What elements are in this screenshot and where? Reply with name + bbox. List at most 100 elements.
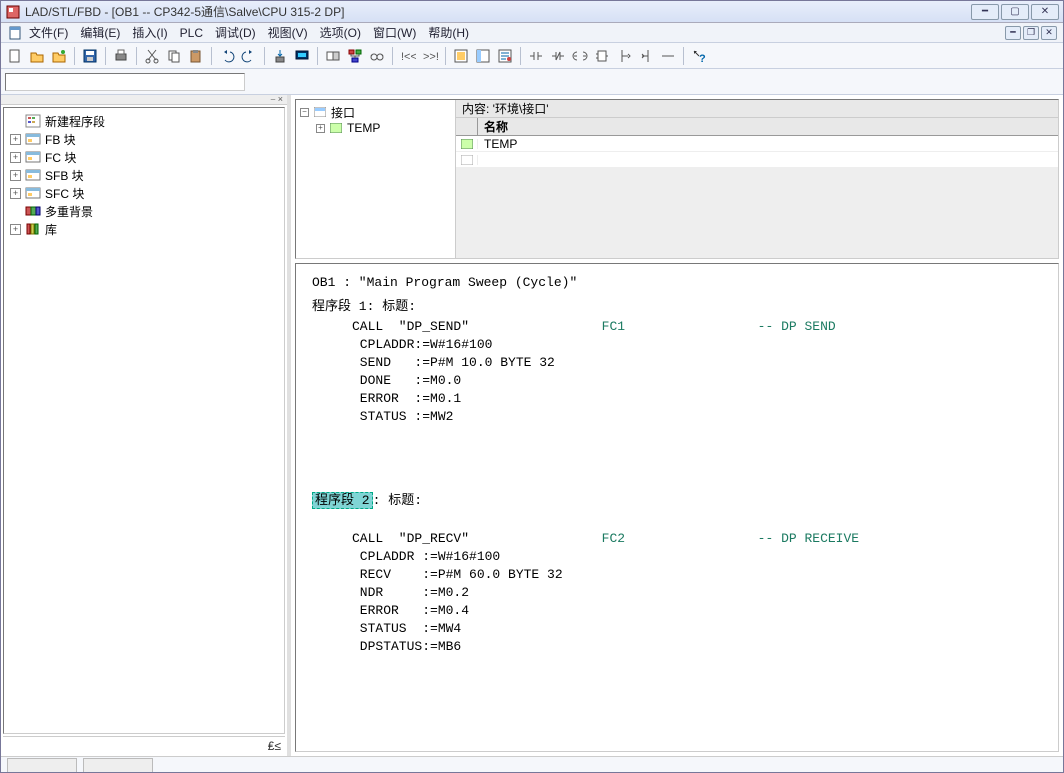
minimize-button[interactable]: ━: [971, 4, 999, 20]
svg-text:!<<: !<<: [401, 51, 416, 63]
menu-help[interactable]: 帮助(H): [428, 24, 469, 41]
open-button[interactable]: [27, 46, 47, 66]
tree-item[interactable]: +库: [6, 220, 282, 238]
view-fbd-button[interactable]: [473, 46, 493, 66]
program-tree[interactable]: 新建程序段+FB 块+FC 块+SFB 块+SFC 块多重背景+库: [3, 107, 285, 734]
save-button[interactable]: [80, 46, 100, 66]
expand-icon[interactable]: +: [10, 224, 21, 235]
grid-row-temp[interactable]: TEMP: [478, 137, 1058, 151]
mdi-close[interactable]: ✕: [1041, 26, 1057, 40]
menu-plc[interactable]: PLC: [180, 26, 203, 40]
svg-text:?: ?: [699, 53, 706, 64]
temp-var-icon: [329, 122, 343, 134]
collapse-icon[interactable]: −: [300, 108, 309, 117]
redo-button[interactable]: [239, 46, 259, 66]
menu-edit[interactable]: 编辑(E): [80, 24, 120, 41]
open-online-button[interactable]: [49, 46, 69, 66]
connection-icon[interactable]: [658, 46, 678, 66]
branch-close-icon[interactable]: [636, 46, 656, 66]
monitor-button[interactable]: [292, 46, 312, 66]
expand-icon[interactable]: +: [316, 124, 325, 133]
view-stl-button[interactable]: [495, 46, 515, 66]
blk-icon: [25, 186, 41, 200]
segment-2-code[interactable]: CALL "DP_RECV" FC2 -- DP RECEIVE CPLADDR…: [312, 530, 1042, 656]
menu-view[interactable]: 视图(V): [268, 24, 308, 41]
expand-icon[interactable]: +: [10, 134, 21, 145]
tree-label: 多重背景: [45, 203, 93, 220]
box-icon[interactable]: [592, 46, 612, 66]
glasses-icon[interactable]: [367, 46, 387, 66]
menu-debug[interactable]: 调试(D): [215, 24, 256, 41]
menu-window[interactable]: 窗口(W): [373, 24, 416, 41]
left-pane-header[interactable]: ⎯ ×: [1, 95, 287, 105]
interface-tree[interactable]: −接口 +TEMP: [296, 100, 456, 258]
new-button[interactable]: [5, 46, 25, 66]
grid-header: 名称: [456, 118, 1058, 136]
branch-open-icon[interactable]: [614, 46, 634, 66]
blk-icon: [25, 168, 41, 182]
menubar: 文件(F) 编辑(E) 插入(I) PLC 调试(D) 视图(V) 选项(O) …: [1, 23, 1063, 43]
segment-1-code[interactable]: CALL "DP_SEND" FC1 -- DP SEND CPLADDR:=W…: [312, 318, 1042, 426]
tree-label: SFC 块: [45, 185, 84, 202]
maximize-button[interactable]: ▢: [1001, 4, 1029, 20]
right-pane: −接口 +TEMP 内容: '环境\接口' 名称 TEMP: [291, 95, 1063, 756]
code-editor[interactable]: OB1 : "Main Program Sweep (Cycle)" 程序段 1…: [295, 263, 1059, 752]
help-button[interactable]: ?: [689, 46, 709, 66]
status-tab-2[interactable]: [83, 758, 153, 772]
goto-next-button[interactable]: >>!: [420, 46, 440, 66]
tree-item[interactable]: +FC 块: [6, 148, 282, 166]
menu-file[interactable]: 文件(F): [29, 24, 68, 41]
address-field[interactable]: [5, 73, 245, 91]
expand-icon[interactable]: +: [10, 188, 21, 199]
interface-panel: −接口 +TEMP 内容: '环境\接口' 名称 TEMP: [295, 99, 1059, 259]
undo-button[interactable]: [217, 46, 237, 66]
mdi-minimize[interactable]: ━: [1005, 26, 1021, 40]
expand-icon[interactable]: +: [10, 170, 21, 181]
print-button[interactable]: [111, 46, 131, 66]
left-pane: ⎯ × 新建程序段+FB 块+FC 块+SFB 块+SFC 块多重背景+库 ₤≤: [1, 95, 291, 756]
tree-item[interactable]: + FB 块: [6, 130, 282, 148]
svg-text:>>!: >>!: [423, 51, 438, 63]
tree-item[interactable]: 新建程序段: [6, 112, 282, 130]
tree-label: SFB 块: [45, 167, 84, 184]
grid-body[interactable]: TEMP: [456, 136, 1058, 258]
statusbar: [1, 756, 1063, 772]
toolbar-main: !<< >>! ?: [1, 43, 1063, 69]
menu-options[interactable]: 选项(O): [320, 24, 361, 41]
new-icon: [25, 114, 41, 128]
close-button[interactable]: ✕: [1031, 4, 1059, 20]
download-button[interactable]: [270, 46, 290, 66]
main-area: ⎯ × 新建程序段+FB 块+FC 块+SFB 块+SFC 块多重背景+库 ₤≤…: [1, 95, 1063, 756]
mdi-controls: ━ ❐ ✕: [1005, 26, 1057, 40]
doc-icon[interactable]: [7, 25, 23, 41]
menu-insert[interactable]: 插入(I): [132, 24, 167, 41]
blk-icon: [25, 132, 41, 146]
expand-icon[interactable]: +: [10, 152, 21, 163]
tree-item[interactable]: + SFC 块: [6, 184, 282, 202]
mdi-restore[interactable]: ❐: [1023, 26, 1039, 40]
tree-label: FB 块: [45, 131, 76, 148]
tree-item[interactable]: + SFB 块: [6, 166, 282, 184]
paste-button[interactable]: [186, 46, 206, 66]
cut-button[interactable]: [142, 46, 162, 66]
toggle-button-1[interactable]: [323, 46, 343, 66]
contact-open-icon[interactable]: [526, 46, 546, 66]
segment-2-title[interactable]: 程序段 2: 标题:: [312, 492, 1042, 510]
coil-icon[interactable]: [570, 46, 590, 66]
blk-icon: [25, 150, 41, 164]
status-tab-1[interactable]: [7, 758, 77, 772]
network-button[interactable]: [345, 46, 365, 66]
tree-label: 新建程序段: [45, 113, 105, 130]
tree-footer[interactable]: ₤≤: [3, 736, 285, 754]
app-window: LAD/STL/FBD - [OB1 -- CP342-5通信\Salve\CP…: [0, 0, 1064, 773]
interface-icon: [313, 106, 327, 118]
lib-icon: [25, 222, 41, 236]
copy-button[interactable]: [164, 46, 184, 66]
segment-1-title[interactable]: 程序段 1: 标题:: [312, 298, 1042, 316]
interface-temp: TEMP: [347, 121, 380, 135]
interface-grid-title: 内容: '环境\接口': [456, 100, 1058, 118]
tree-item[interactable]: 多重背景: [6, 202, 282, 220]
view-lad-button[interactable]: [451, 46, 471, 66]
goto-prev-button[interactable]: !<<: [398, 46, 418, 66]
contact-closed-icon[interactable]: [548, 46, 568, 66]
